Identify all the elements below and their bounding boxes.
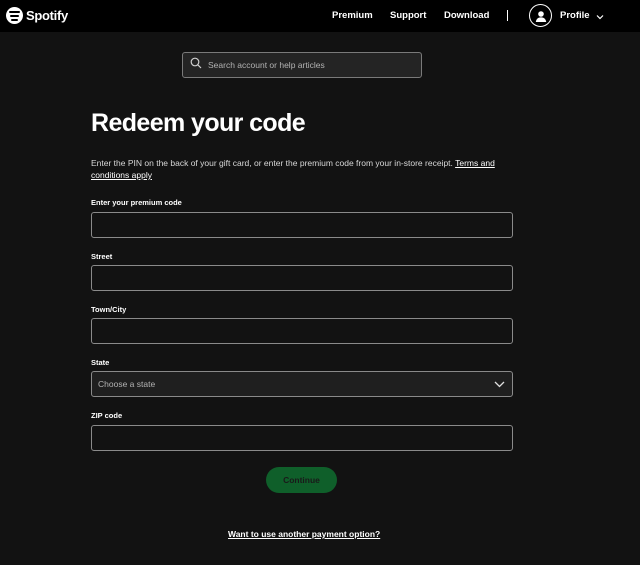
search-input[interactable] (208, 60, 408, 70)
state-select-value: Choose a state (98, 379, 156, 389)
premium-code-input[interactable] (92, 213, 512, 237)
chevron-down-icon (596, 7, 604, 25)
town-city-label: Town/City (91, 305, 127, 314)
premium-code-label: Enter your premium code (91, 198, 182, 207)
continue-button[interactable]: Continue (266, 467, 337, 493)
street-label: Street (91, 252, 113, 261)
brand-name: Spotify (26, 8, 68, 23)
top-navigation-bar: Spotify Premium Support Download Profile (0, 0, 640, 32)
town-city-field[interactable] (91, 318, 513, 344)
search-icon (190, 56, 202, 74)
description-text: Enter the PIN on the back of your gift c… (91, 158, 453, 168)
zip-code-input[interactable] (92, 426, 512, 450)
redeem-code-page: Spotify Premium Support Download Profile (0, 0, 640, 565)
nav-divider (507, 10, 508, 21)
profile-menu-button[interactable]: Profile (529, 4, 604, 27)
street-field[interactable] (91, 265, 513, 291)
town-city-input[interactable] (92, 319, 512, 343)
user-avatar-icon (529, 4, 552, 27)
state-label: State (91, 358, 110, 367)
zip-code-field[interactable] (91, 425, 513, 451)
help-search-bar[interactable] (182, 52, 422, 78)
zip-code-label: ZIP code (91, 411, 123, 420)
nav-download-link[interactable]: Download (444, 10, 489, 21)
nav-premium-link[interactable]: Premium (332, 10, 373, 21)
state-select[interactable]: Choose a state (91, 371, 513, 397)
nav-support-link[interactable]: Support (390, 10, 426, 21)
spotify-logo[interactable]: Spotify (6, 7, 68, 24)
chevron-down-icon (494, 375, 505, 393)
other-payment-option-link[interactable]: Want to use another payment option? (228, 529, 380, 539)
spotify-icon (6, 7, 23, 24)
street-input[interactable] (92, 266, 512, 290)
page-description: Enter the PIN on the back of your gift c… (91, 157, 511, 181)
profile-label: Profile (560, 10, 590, 21)
page-title: Redeem your code (91, 109, 306, 137)
premium-code-field[interactable] (91, 212, 513, 238)
